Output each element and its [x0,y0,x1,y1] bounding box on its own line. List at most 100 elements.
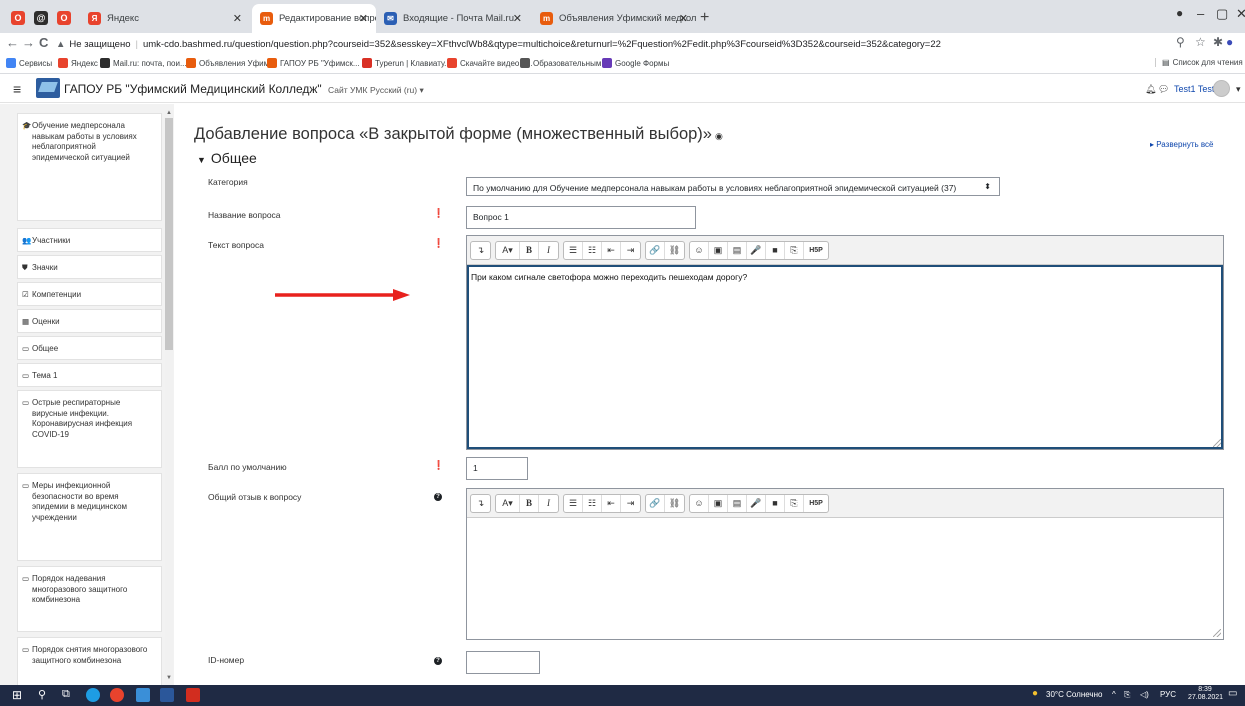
emoji-button[interactable]: ☺ [690,241,709,259]
default-mark-input[interactable]: 1 [466,457,528,480]
back-button[interactable]: ← [6,35,19,50]
account-icon[interactable]: ● [1226,35,1233,49]
close-icon[interactable]: ✕ [233,12,242,25]
h5p-button[interactable]: H5P [804,495,828,512]
manage-files-button[interactable]: ⎘ [785,494,804,512]
notifications-center-icon[interactable]: ▭ [1228,688,1237,699]
maximize-button[interactable]: ▢ [1216,6,1228,22]
help-icon[interactable]: ? [434,493,442,501]
toolbar-toggle-button[interactable]: ↴ [471,242,490,259]
profile-icon[interactable]: ● [1176,6,1183,20]
expand-all-link[interactable]: ▸ Развернуть всё [1150,140,1213,149]
input-language[interactable]: РУС [1160,690,1176,699]
unordered-list-button[interactable]: ☰ [564,494,583,512]
language-menu[interactable]: Русский (ru) ▾ [370,85,424,96]
close-icon[interactable]: ✕ [679,12,688,25]
volume-icon[interactable]: ◁) [1140,690,1149,699]
record-video-button[interactable]: ■ [766,241,785,259]
resize-grip[interactable] [1213,629,1221,637]
question-text-area[interactable]: При каком сигнале светофора можно перехо… [467,265,1223,449]
minimize-button[interactable]: – [1197,6,1204,21]
outdent-button[interactable]: ⇤ [602,494,621,512]
link-button[interactable]: 🔗 [646,494,665,512]
h5p-button[interactable]: H5P [804,242,828,259]
help-icon[interactable]: ? [434,657,442,665]
windows-start-icon[interactable]: ⊞ [12,688,26,702]
opera-taskbar-icon[interactable] [110,688,124,702]
college-logo[interactable] [36,78,60,98]
notifications-icon[interactable]: 🔔︎ [1145,84,1156,95]
section-general-toggle[interactable]: ▼ Общее [197,150,257,166]
star-icon[interactable]: ☆ [1195,35,1206,49]
menu-toggle-icon[interactable]: ≡ [13,81,21,97]
ordered-list-button[interactable]: ☷ [583,494,602,512]
close-icon[interactable]: ✕ [359,12,368,25]
record-audio-button[interactable]: 🎤 [747,241,766,259]
tab-edit-question[interactable]: m Редактирование вопроса «В за» ✕ [252,4,376,33]
acrobat-icon[interactable] [186,688,200,702]
scroll-thumb[interactable] [165,118,173,350]
drawer-scrollbar[interactable]: ▲ ▼ [165,110,173,685]
bookmark-services[interactable]: Сервисы [6,58,52,68]
tray-chevron-icon[interactable]: ^ [1112,690,1116,699]
tab-announcements[interactable]: m Объявления Уфимский медкол ✕ [532,4,696,33]
close-icon[interactable]: ✕ [513,12,522,25]
messages-icon[interactable]: 💬︎ [1158,84,1169,95]
pinned-tab-3[interactable]: O [52,6,76,30]
record-audio-button[interactable]: 🎤 [747,494,766,512]
drawer-item-donning[interactable]: ▭ Порядок надевания многоразового защитн… [17,566,162,632]
drawer-item-grades[interactable]: ▦ Оценки [17,309,162,333]
zoom-icon[interactable]: ⚲ [1176,35,1185,49]
bookmark-yandex[interactable]: Яндекс [58,58,98,68]
avatar[interactable] [1213,80,1230,97]
bold-button[interactable]: B [520,494,539,512]
forward-button[interactable]: → [22,35,35,50]
explorer-icon[interactable] [136,688,150,702]
drawer-item-participants[interactable]: 👥 Участники [17,228,162,252]
user-name[interactable]: Test1 Test [1174,84,1214,94]
media-button[interactable]: ▤ [728,494,747,512]
edge-icon[interactable] [86,688,100,702]
indent-button[interactable]: ⇥ [621,242,640,259]
reading-list[interactable]: ▤ Список для чтения [1155,58,1243,67]
drawer-item-safety[interactable]: ▭ Меры инфекционной безопасности во врем… [17,473,162,561]
drawer-item-doffing[interactable]: ▭ Порядок снятия многоразового защитного… [17,637,162,685]
indent-button[interactable]: ⇥ [621,495,640,512]
outdent-button[interactable]: ⇤ [602,241,621,259]
manage-files-button[interactable]: ⎘ [785,241,804,259]
tab-mail-inbox[interactable]: ✉ Входящие - Почта Mail.ru ✕ [376,4,530,33]
bookmark-education[interactable]: Образовательным... [520,58,608,68]
task-view-icon[interactable]: ⧉ [62,688,76,702]
extensions-icon[interactable]: ✱ [1213,35,1223,49]
bookmark-announcements[interactable]: Объявления Уфим... [186,58,276,68]
site-name[interactable]: ГАПОУ РБ "Уфимский Медицинский Колледж" [64,82,322,96]
unlink-button[interactable]: ⛓ [665,495,684,512]
site-link[interactable]: Сайт УМК [328,85,367,95]
reload-button[interactable]: C [39,35,48,50]
scroll-up-icon[interactable]: ▲ [165,110,173,118]
clock[interactable]: 8:39 27.08.2021 [1188,686,1223,702]
weather-text[interactable]: 30°C Солнечно [1046,690,1102,699]
pinned-tab-2[interactable]: @ [29,6,53,30]
resize-grip[interactable] [1213,439,1221,447]
category-select[interactable]: По умолчанию для Обучение медперсонала н… [466,177,1000,196]
word-icon[interactable] [160,688,174,702]
unlink-button[interactable]: ⛓ [665,242,684,259]
record-video-button[interactable]: ■ [766,494,785,512]
tab-yandex[interactable]: Я Яндекс ✕ [80,4,250,33]
emoji-button[interactable]: ☺ [690,494,709,512]
image-button[interactable]: ▣ [709,494,728,512]
font-style-button[interactable]: A▾ [496,494,520,512]
help-icon[interactable]: ◉ [715,131,723,141]
pinned-tab-1[interactable]: O [6,6,30,30]
link-button[interactable]: 🔗 [646,241,665,259]
drawer-item-competencies[interactable]: ☑ Компетенции [17,282,162,306]
question-name-input[interactable]: Вопрос 1 [466,206,696,229]
bookmark-gapou[interactable]: ГАПОУ РБ "Уфимск... [267,58,360,68]
italic-button[interactable]: I [539,242,558,259]
id-number-input[interactable] [466,651,540,674]
bookmark-mailru[interactable]: Mail.ru: почта, пои... [100,58,187,68]
close-window-button[interactable]: ✕ [1236,6,1245,22]
font-style-button[interactable]: A▾ [496,241,520,259]
drawer-item-general[interactable]: ▭ Общее [17,336,162,360]
